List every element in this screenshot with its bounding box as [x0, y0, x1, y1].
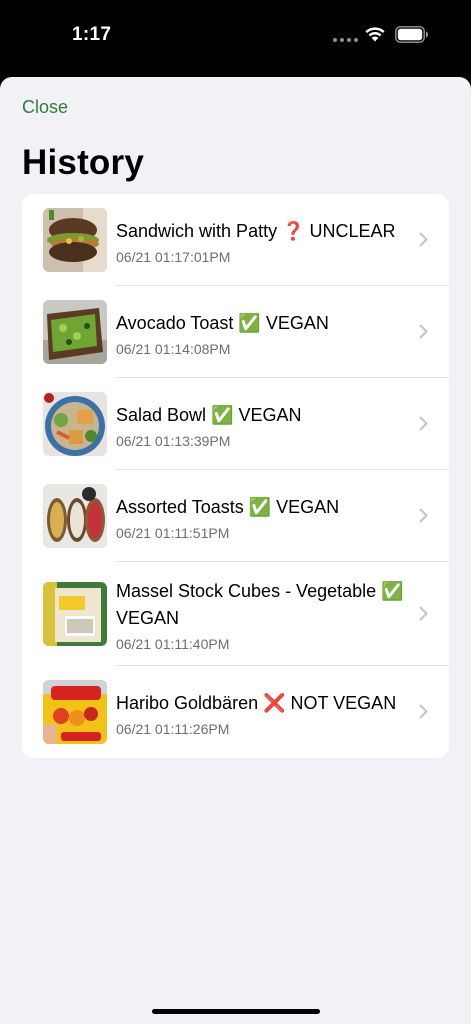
history-sheet: Close History Sandwich with Patty ❓ UNCL… [0, 77, 471, 1024]
row-date: 06/21 01:17:01PM [116, 249, 231, 265]
row-title: Massel Stock Cubes - Vegetable ✅ VEGAN [116, 581, 404, 628]
stock-cubes-photo [43, 582, 107, 646]
row-date: 06/21 01:11:51PM [116, 525, 230, 541]
chevron-right-icon [419, 416, 428, 431]
chevron-right-icon [419, 508, 428, 523]
history-row[interactable]: Massel Stock Cubes - Vegetable ✅ VEGAN 0… [22, 562, 449, 666]
sandwich-photo [43, 208, 107, 272]
close-button[interactable]: Close [22, 97, 68, 118]
chevron-right-icon [419, 704, 428, 719]
cellular-signal-icon [333, 38, 358, 42]
battery-icon [395, 26, 428, 43]
row-title: Assorted Toasts ✅ VEGAN [116, 497, 340, 517]
row-text: Avocado Toast ✅ VEGAN 06/21 01:14:08PM [116, 310, 406, 357]
assorted-toasts-photo [43, 484, 107, 548]
home-indicator[interactable] [152, 1009, 320, 1014]
row-title: Haribo Goldbären ❌ NOT VEGAN [116, 693, 397, 713]
status-bar: 1:17 [0, 0, 471, 78]
haribo-photo [43, 680, 107, 744]
history-list: Sandwich with Patty ❓ UNCLEAR 06/21 01:1… [22, 194, 449, 758]
row-text: Assorted Toasts ✅ VEGAN 06/21 01:11:51PM [116, 494, 406, 541]
chevron-right-icon [419, 606, 428, 621]
chevron-right-icon [419, 232, 428, 247]
history-row[interactable]: Avocado Toast ✅ VEGAN 06/21 01:14:08PM [22, 286, 449, 378]
status-time: 1:17 [72, 24, 112, 45]
row-title: Salad Bowl ✅ VEGAN [116, 405, 302, 425]
row-date: 06/21 01:14:08PM [116, 341, 231, 357]
history-row[interactable]: Haribo Goldbären ❌ NOT VEGAN 06/21 01:11… [22, 666, 449, 758]
avocado-toast-photo [43, 300, 107, 364]
row-text: Haribo Goldbären ❌ NOT VEGAN 06/21 01:11… [116, 690, 406, 737]
chevron-right-icon [419, 324, 428, 339]
page-title: History [22, 143, 144, 182]
history-row[interactable]: Assorted Toasts ✅ VEGAN 06/21 01:11:51PM [22, 470, 449, 562]
row-date: 06/21 01:11:26PM [116, 721, 230, 737]
row-text: Sandwich with Patty ❓ UNCLEAR 06/21 01:1… [116, 218, 406, 265]
row-title: Avocado Toast ✅ VEGAN [116, 313, 329, 333]
wifi-icon [365, 27, 385, 42]
row-date: 06/21 01:13:39PM [116, 433, 231, 449]
row-text: Massel Stock Cubes - Vegetable ✅ VEGAN 0… [116, 578, 406, 652]
row-date: 06/21 01:11:40PM [116, 636, 230, 652]
row-title: Sandwich with Patty ❓ UNCLEAR [116, 221, 396, 241]
row-text: Salad Bowl ✅ VEGAN 06/21 01:13:39PM [116, 402, 406, 449]
history-row[interactable]: Salad Bowl ✅ VEGAN 06/21 01:13:39PM [22, 378, 449, 470]
history-row[interactable]: Sandwich with Patty ❓ UNCLEAR 06/21 01:1… [22, 194, 449, 286]
salad-bowl-photo [43, 392, 107, 456]
